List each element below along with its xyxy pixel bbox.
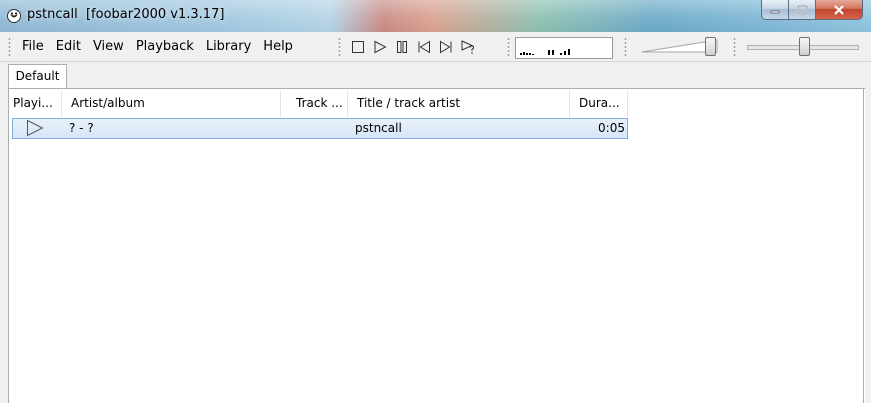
minimize-button[interactable]: [761, 0, 789, 20]
cell-artist-album: ? - ?: [69, 121, 94, 135]
pause-button[interactable]: [391, 36, 413, 58]
playing-indicator: [13, 119, 63, 138]
close-button[interactable]: [816, 0, 863, 20]
seek-grip[interactable]: [733, 37, 736, 57]
random-icon: [461, 40, 475, 54]
cell-duration: 0:05: [598, 121, 625, 135]
cell-track: [282, 119, 349, 138]
seek-thumb[interactable]: [799, 37, 810, 56]
spectrum-bar: [564, 51, 566, 55]
play-outline-icon: [27, 119, 44, 137]
foobar-app-icon: [7, 9, 21, 23]
pause-icon: [397, 41, 407, 53]
close-icon: [834, 4, 844, 15]
column-header-track[interactable]: Track ...: [281, 91, 348, 117]
column-header-title[interactable]: Title / track artist: [348, 91, 570, 117]
play-icon: [374, 40, 387, 54]
minimize-icon: [770, 10, 780, 13]
menu-view[interactable]: View: [87, 36, 130, 58]
spectrum-bar: [526, 53, 528, 55]
stop-button[interactable]: [347, 36, 369, 58]
controls-grip[interactable]: [338, 37, 341, 57]
spectrum-bar: [529, 53, 531, 55]
menu-grip[interactable]: [8, 37, 11, 57]
spectrum-bar: [560, 53, 562, 55]
previous-icon: [418, 40, 430, 54]
menu-file[interactable]: File: [16, 36, 50, 58]
window-controls: [761, 0, 863, 20]
tab-default[interactable]: Default: [8, 64, 67, 89]
spectrum-bar: [552, 50, 554, 55]
left-frame: [0, 62, 8, 403]
menu-library[interactable]: Library: [200, 36, 257, 58]
menu-bar: File Edit View Playback Library Help: [16, 32, 299, 62]
cell-title: pstncall: [355, 121, 402, 135]
right-frame: [865, 62, 871, 403]
menu-edit[interactable]: Edit: [50, 36, 87, 58]
menu-help[interactable]: Help: [257, 36, 299, 58]
spectrum-visualization[interactable]: [515, 37, 613, 59]
column-header-playing[interactable]: Playi...: [9, 91, 62, 117]
next-icon: [440, 40, 452, 54]
playlist-tabs: Default: [0, 62, 871, 89]
stop-icon: [352, 41, 364, 53]
playback-controls: [347, 36, 479, 58]
playlist-header: Playi... Artist/album Track ... Title / …: [9, 91, 628, 117]
volume-slider[interactable]: [641, 36, 721, 58]
menu-playback[interactable]: Playback: [130, 36, 200, 58]
previous-button[interactable]: [413, 36, 435, 58]
play-button[interactable]: [369, 36, 391, 58]
window-title: pstncall [foobar2000 v1.3.17]: [27, 7, 225, 22]
column-header-duration[interactable]: Dura...: [570, 91, 628, 117]
random-button[interactable]: [457, 36, 479, 58]
volume-grip[interactable]: [624, 37, 627, 57]
playlist-view[interactable]: Playi... Artist/album Track ... Title / …: [8, 89, 864, 403]
spectrum-bar: [520, 53, 522, 55]
visualization-grip[interactable]: [507, 37, 510, 57]
title-bar[interactable]: pstncall [foobar2000 v1.3.17]: [0, 0, 871, 32]
seekbar[interactable]: [745, 36, 863, 58]
volume-thumb[interactable]: [705, 37, 716, 56]
spectrum-bar: [548, 50, 550, 55]
spectrum-bar: [523, 52, 525, 55]
toolbar-row: File Edit View Playback Library Help: [0, 32, 871, 62]
column-header-artist-album[interactable]: Artist/album: [62, 91, 281, 117]
maximize-icon: [796, 4, 808, 15]
playlist-row[interactable]: ? - ? pstncall 0:05: [12, 118, 628, 139]
next-button[interactable]: [435, 36, 457, 58]
spectrum-bar: [568, 49, 570, 55]
maximize-button[interactable]: [789, 0, 816, 20]
spectrum-bar: [532, 54, 534, 55]
